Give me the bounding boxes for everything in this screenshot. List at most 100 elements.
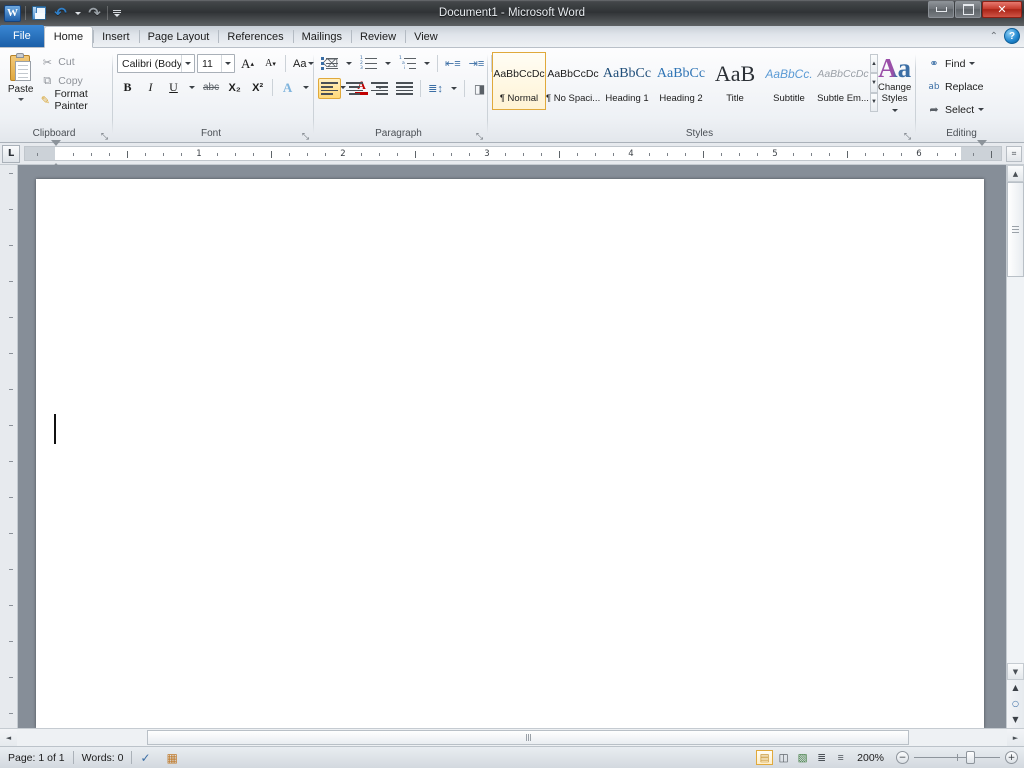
- horizontal-scrollbar[interactable]: ◄ ►: [0, 728, 1024, 746]
- scroll-right-button[interactable]: ►: [1007, 729, 1024, 746]
- tab-file[interactable]: File: [0, 25, 44, 47]
- copy-button[interactable]: ⧉ Copy: [37, 73, 108, 89]
- strikethrough-button[interactable]: abc: [200, 77, 222, 98]
- vertical-scroll-track[interactable]: [1007, 182, 1024, 663]
- undo-button[interactable]: ↶: [51, 4, 70, 23]
- line-spacing-button[interactable]: ≣↕: [425, 78, 446, 99]
- style-title[interactable]: AaB Title: [708, 52, 762, 110]
- styles-scroll-up-button[interactable]: ▲: [870, 54, 878, 74]
- zoom-slider[interactable]: − +: [890, 751, 1024, 764]
- vertical-scroll-thumb[interactable]: [1007, 182, 1024, 277]
- format-painter-button[interactable]: ✎ Format Painter: [37, 88, 108, 112]
- change-styles-button[interactable]: Aa Change Styles: [878, 52, 911, 115]
- styles-more-button[interactable]: ▼: [870, 92, 878, 112]
- help-icon[interactable]: ?: [1004, 28, 1020, 44]
- horizontal-scroll-track[interactable]: [17, 729, 1007, 746]
- text-effects-dropdown-button[interactable]: [300, 77, 312, 98]
- italic-button[interactable]: I: [140, 77, 161, 98]
- proofing-status-button[interactable]: ✓: [132, 747, 158, 768]
- numbering-dropdown-button[interactable]: [382, 53, 394, 74]
- font-name-combo[interactable]: Calibri (Body): [117, 54, 195, 73]
- bullets-button[interactable]: [318, 53, 341, 74]
- find-button[interactable]: ⚭ Find: [924, 54, 978, 73]
- superscript-button[interactable]: X²: [247, 77, 268, 98]
- numbering-button[interactable]: 1 2 3: [357, 53, 380, 74]
- document-canvas[interactable]: [18, 165, 1006, 728]
- word-count[interactable]: Words: 0: [74, 747, 132, 768]
- view-web-layout-button[interactable]: ▧: [794, 750, 811, 765]
- paragraph-dialog-launcher[interactable]: ⤡: [474, 131, 485, 142]
- tab-home[interactable]: Home: [43, 26, 94, 48]
- zoom-level[interactable]: 200%: [851, 747, 890, 768]
- style-subtle-emphasis[interactable]: AaBbCcDc Subtle Em...: [816, 52, 870, 110]
- justify-button[interactable]: [393, 78, 416, 99]
- redo-button[interactable]: ↷: [85, 4, 104, 23]
- underline-dropdown-button[interactable]: [186, 77, 198, 98]
- view-draft-button[interactable]: ≡: [832, 750, 849, 765]
- increase-indent-button[interactable]: ⇥≡: [466, 53, 488, 74]
- vertical-scrollbar[interactable]: ▲ ▼ ▲ ○ ▼: [1006, 165, 1024, 728]
- style-heading-1[interactable]: AaBbCс Heading 1: [600, 52, 654, 110]
- zoom-out-button[interactable]: −: [896, 751, 909, 764]
- chevron-down-icon[interactable]: [17, 98, 24, 101]
- styles-scroll-down-button[interactable]: ▼: [870, 73, 878, 93]
- scroll-left-button[interactable]: ◄: [0, 729, 17, 746]
- styles-dialog-launcher[interactable]: ⤡: [902, 131, 913, 142]
- minimize-button[interactable]: [928, 1, 954, 18]
- language-button[interactable]: ▦: [159, 747, 186, 768]
- right-indent-marker[interactable]: [977, 140, 987, 146]
- view-full-screen-reading-button[interactable]: ◫: [775, 750, 792, 765]
- save-button[interactable]: [29, 4, 48, 23]
- grow-font-button[interactable]: A ▴: [237, 53, 258, 74]
- tab-references[interactable]: References: [218, 26, 292, 47]
- tab-page-layout[interactable]: Page Layout: [138, 26, 219, 47]
- page-indicator[interactable]: Page: 1 of 1: [0, 747, 73, 768]
- tab-insert[interactable]: Insert: [93, 26, 139, 47]
- align-center-button[interactable]: [343, 78, 366, 99]
- view-print-layout-button[interactable]: ▤: [756, 750, 774, 765]
- previous-page-button[interactable]: ▲: [1008, 680, 1023, 695]
- shrink-font-button[interactable]: A ▾: [260, 53, 281, 74]
- align-left-button[interactable]: [318, 78, 341, 99]
- undo-dropdown-button[interactable]: [73, 4, 82, 23]
- customize-qat-button[interactable]: [111, 4, 122, 23]
- select-browse-object-button[interactable]: ○: [1008, 696, 1023, 711]
- scroll-up-button[interactable]: ▲: [1007, 165, 1024, 182]
- restore-button[interactable]: [955, 1, 981, 18]
- shading-button[interactable]: ◨: [469, 78, 490, 99]
- horizontal-ruler[interactable]: 1 2 3 4 5 6: [24, 140, 1002, 169]
- word-logo-button[interactable]: W: [3, 4, 22, 23]
- collapse-ribbon-icon[interactable]: ⌃: [990, 31, 998, 42]
- document-page[interactable]: [36, 179, 984, 728]
- decrease-indent-button[interactable]: ⇤≡: [442, 53, 464, 74]
- subscript-button[interactable]: X₂: [224, 77, 245, 98]
- font-size-combo[interactable]: 11: [197, 54, 235, 73]
- view-outline-button[interactable]: ≣: [813, 750, 830, 765]
- clipboard-dialog-launcher[interactable]: ⤡: [99, 131, 110, 142]
- zoom-track[interactable]: [914, 751, 1000, 764]
- tab-review[interactable]: Review: [351, 26, 405, 47]
- multilevel-list-button[interactable]: 1 a i: [396, 53, 419, 74]
- tab-view[interactable]: View: [405, 26, 447, 47]
- close-button[interactable]: ✕: [982, 1, 1022, 18]
- ruler-view-toggle[interactable]: ⌗: [1006, 146, 1022, 162]
- style-heading-2[interactable]: AaBbCc Heading 2: [654, 52, 708, 110]
- style-subtitle[interactable]: AaBbCc. Subtitle: [762, 52, 816, 110]
- first-line-indent-marker[interactable]: [51, 140, 61, 146]
- zoom-thumb[interactable]: [966, 751, 975, 764]
- font-dialog-launcher[interactable]: ⤡: [300, 131, 311, 142]
- underline-button[interactable]: U: [163, 77, 184, 98]
- horizontal-scroll-thumb[interactable]: [147, 730, 909, 745]
- bullets-dropdown-button[interactable]: [343, 53, 355, 74]
- align-right-button[interactable]: [368, 78, 391, 99]
- style-no-spacing[interactable]: AaBbCcDc ¶ No Spaci...: [546, 52, 600, 110]
- select-button[interactable]: ➦ Select: [924, 100, 987, 119]
- multilevel-dropdown-button[interactable]: [421, 53, 433, 74]
- paste-button[interactable]: Paste: [4, 51, 37, 101]
- style-normal[interactable]: AaBbCcDc ¶ Normal: [492, 52, 546, 110]
- bold-button[interactable]: B: [117, 77, 138, 98]
- line-spacing-dropdown-button[interactable]: [448, 78, 460, 99]
- tab-stop-selector[interactable]: L: [2, 144, 20, 163]
- text-effects-button[interactable]: A: [277, 77, 298, 98]
- cut-button[interactable]: ✂ Cut: [37, 54, 108, 70]
